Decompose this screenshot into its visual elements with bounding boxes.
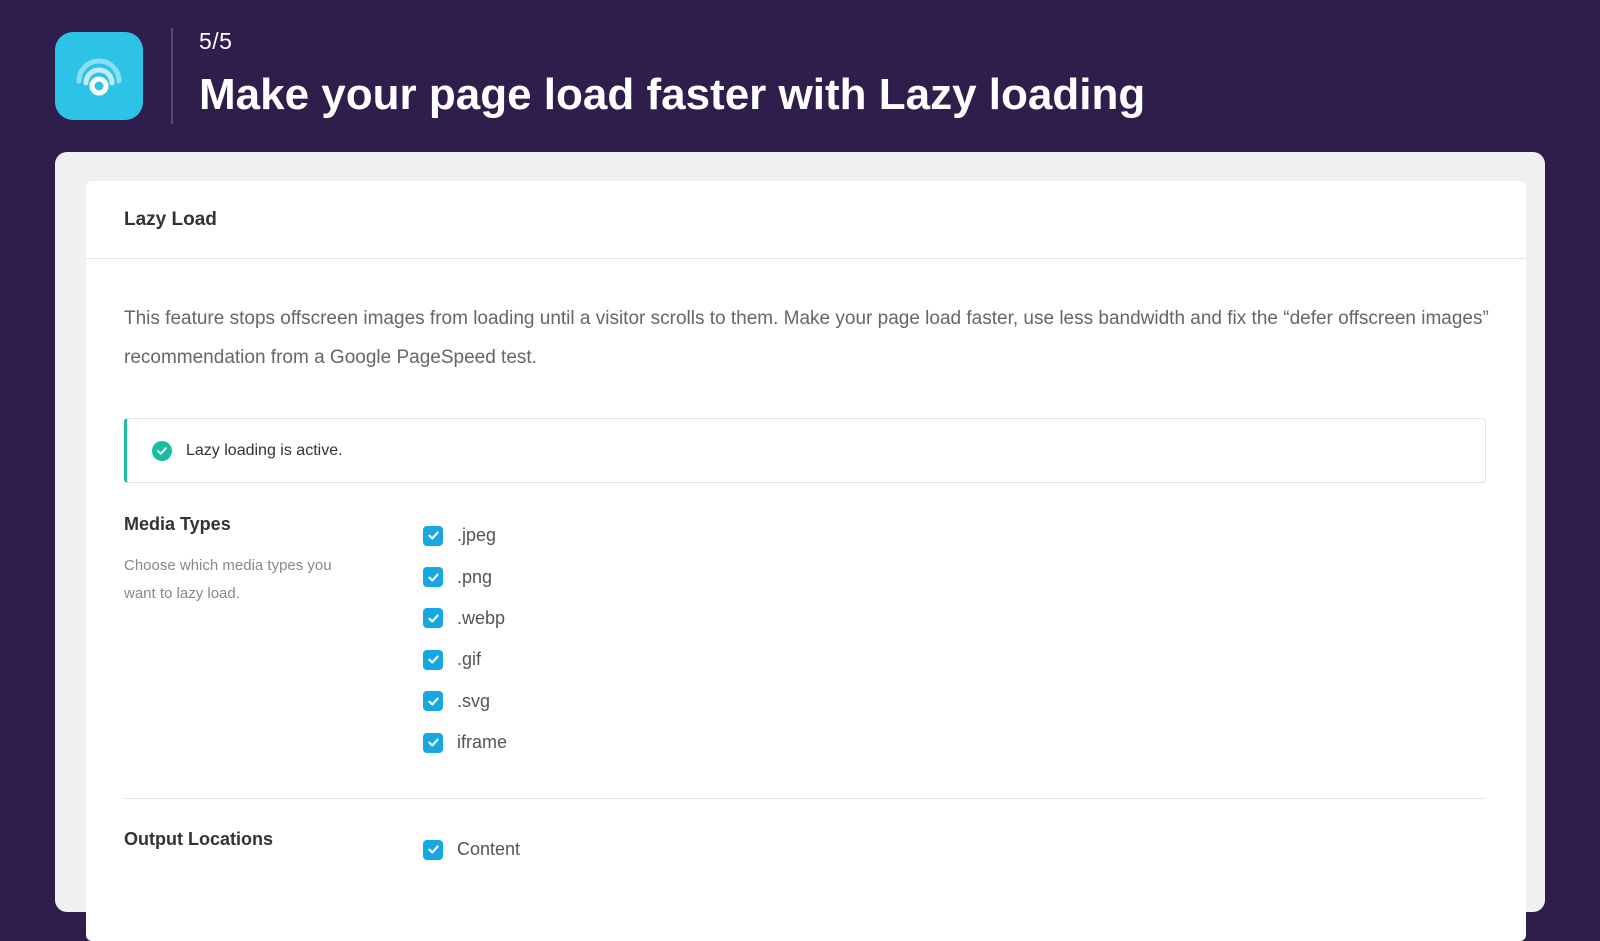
checkbox-label: .png [457, 566, 493, 587]
checkbox-label: Content [457, 839, 521, 860]
media-type-option-gif[interactable]: .gif [423, 639, 507, 680]
checkmark-icon [427, 655, 439, 664]
card-header: Lazy Load [86, 181, 1526, 259]
checkmark-icon [427, 845, 439, 854]
notice-text: Lazy loading is active. [186, 441, 343, 459]
png-checkbox[interactable] [423, 567, 443, 588]
checkbox-label: .webp [457, 607, 506, 628]
checkmark-icon [427, 697, 439, 706]
webp-checkbox[interactable] [423, 608, 443, 629]
header-divider [171, 28, 173, 124]
app-logo [55, 32, 143, 120]
checkbox-label: .svg [457, 690, 491, 711]
media-types-checkboxes: .jpeg .png .webp .gif .svg iframe [423, 515, 507, 763]
svg-checkbox[interactable] [423, 691, 443, 712]
content-panel: Lazy Load This feature stops offscreen i… [55, 152, 1545, 941]
media-type-option-webp[interactable]: .webp [423, 598, 507, 639]
media-type-option-svg[interactable]: .svg [423, 681, 507, 722]
checkbox-label: .gif [457, 649, 482, 670]
lazy-load-settings-card: Lazy Load This feature stops offscreen i… [86, 181, 1526, 941]
output-locations-checkboxes: Content [423, 829, 520, 870]
feature-description: This feature stops offscreen images from… [124, 308, 1489, 368]
media-type-option-png[interactable]: .png [423, 556, 507, 597]
check-circle-icon [152, 440, 172, 461]
gif-checkbox[interactable] [423, 649, 443, 670]
checkbox-label: .jpeg [457, 525, 497, 546]
checkmark-icon [427, 738, 439, 747]
checkmark-icon [427, 531, 439, 540]
iframe-checkbox[interactable] [423, 732, 443, 753]
output-location-option-content[interactable]: Content [423, 829, 520, 870]
media-type-option-jpeg[interactable]: .jpeg [423, 515, 507, 556]
page-title: Make your page load faster with Lazy loa… [199, 70, 1146, 119]
media-types-help: Choose which media types you want to laz… [124, 557, 332, 602]
output-locations-label: Output Locations [124, 829, 273, 849]
media-types-label: Media Types [124, 514, 231, 534]
content-checkbox[interactable] [423, 839, 443, 860]
jpeg-checkbox[interactable] [423, 525, 443, 546]
checkmark-icon [427, 614, 439, 623]
checkbox-label: iframe [457, 732, 508, 753]
card-title: Lazy Load [124, 208, 217, 230]
concentric-circles-icon [76, 58, 122, 96]
status-notice: Lazy loading is active. [124, 418, 1486, 483]
checkmark-icon [427, 573, 439, 582]
step-counter: 5/5 [199, 28, 233, 54]
section-divider [124, 798, 1486, 799]
media-type-option-iframe[interactable]: iframe [423, 722, 507, 763]
